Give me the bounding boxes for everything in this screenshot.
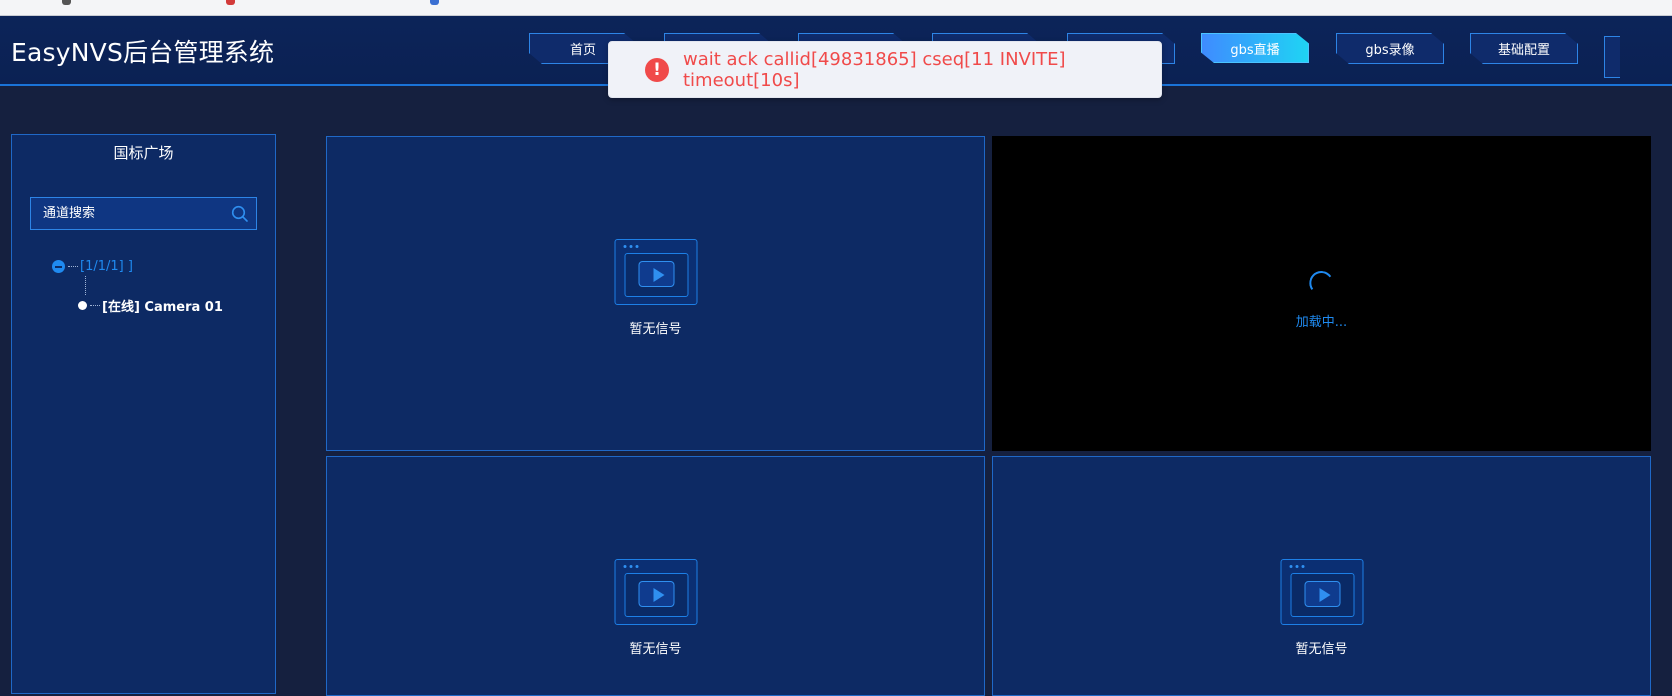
error-icon: ! [645,57,669,82]
video-pane-2[interactable]: 加载中... [992,136,1651,451]
nav-basic-config[interactable]: 基础配置 [1470,33,1578,64]
tab-icon [62,0,71,5]
tree-camera-node[interactable]: [在线] Camera 01 [78,296,223,315]
no-signal-placeholder: 暂无信号 [614,559,697,657]
channel-sidebar: 国标广场 [1/1/1] ] [在线] Camera 01 [11,134,276,694]
tab-icon [226,0,235,5]
tree-connector [85,276,86,295]
video-pane-1[interactable]: 暂无信号 [326,136,985,451]
channel-search-input[interactable] [31,197,224,230]
loading-text: 加载中... [1295,315,1348,330]
toast-message: wait ack callid[49831865] cseq[11 INVITE… [683,48,1066,91]
tab-icon [430,0,439,5]
loading-spinner-icon [1307,269,1336,297]
browser-tab-strip [0,0,1672,16]
tree-root-label: [1/1/1] ] [80,259,133,274]
video-pane-3[interactable]: 暂无信号 [326,456,985,696]
video-play-icon [1280,559,1363,625]
no-signal-text: 暂无信号 [629,322,682,337]
no-signal-text: 暂无信号 [1295,642,1348,657]
loading-indicator: 加载中... [1295,269,1348,330]
collapse-icon[interactable] [52,260,65,273]
nav-gbs-live[interactable]: gbs直播 [1201,33,1309,63]
no-signal-placeholder: 暂无信号 [614,239,697,337]
video-play-icon [614,239,697,305]
nav-more[interactable] [1604,36,1620,78]
nav-gbs-recording[interactable]: gbs录像 [1336,33,1444,64]
channel-search [30,197,257,230]
no-signal-text: 暂无信号 [629,642,682,657]
video-play-icon [614,559,697,625]
error-toast: ! wait ack callid[49831865] cseq[11 INVI… [608,41,1162,98]
node-dot-icon [78,301,87,310]
video-pane-4[interactable]: 暂无信号 [992,456,1651,696]
no-signal-placeholder: 暂无信号 [1280,559,1363,657]
search-icon[interactable] [224,198,256,229]
tree-root-node[interactable]: [1/1/1] ] [52,259,133,274]
app-title: EasyNVS后台管理系统 [11,38,275,67]
tree-connector [68,266,78,267]
sidebar-title: 国标广场 [113,144,174,162]
tree-connector [90,305,100,306]
camera-label: [在线] Camera 01 [102,300,223,315]
